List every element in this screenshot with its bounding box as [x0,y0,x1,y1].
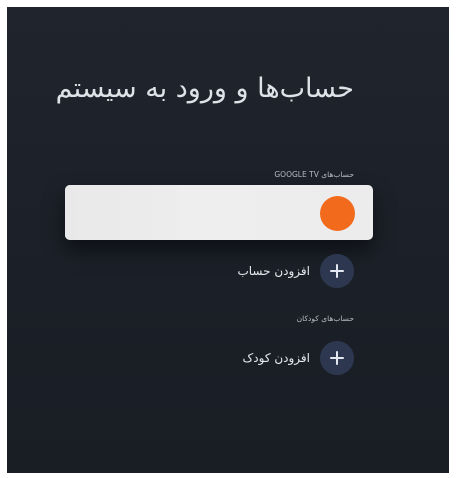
add-account-label: افزودن حساب [237,264,310,278]
add-kid-button[interactable]: افزودن کودک [243,341,354,375]
add-kid-label: افزودن کودک [242,351,310,365]
plus-icon [320,341,354,375]
google-tv-accounts-label: حساب‌های GOOGLE TV [274,170,354,179]
account-card-fade [65,185,175,240]
page-title: حساب‌ها و ورود به سیستم [55,73,354,104]
tv-settings-screen: حساب‌ها و ورود به سیستم حساب‌های GOOGLE … [7,7,449,473]
avatar [320,196,355,231]
add-account-button[interactable]: افزودن حساب [237,254,354,288]
plus-icon [320,254,354,288]
kids-accounts-label: حساب‌های کودکان [296,314,354,323]
account-card[interactable] [65,185,373,240]
